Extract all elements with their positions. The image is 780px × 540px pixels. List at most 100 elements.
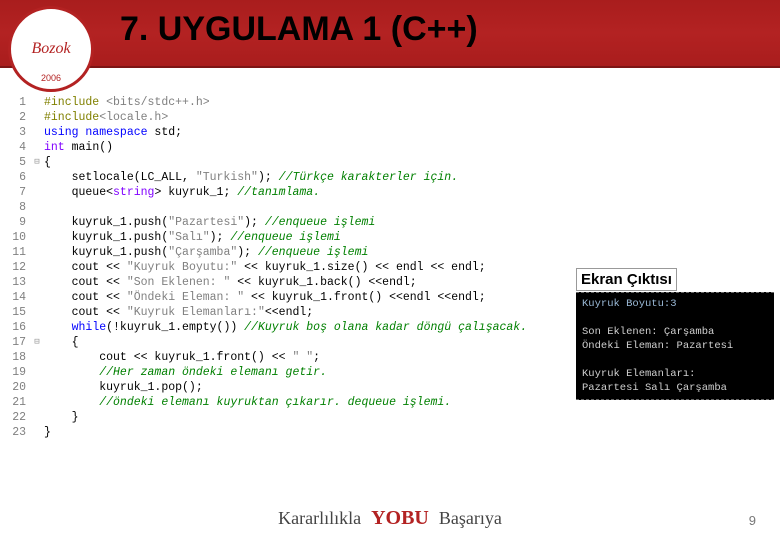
- fold-icon: [30, 365, 44, 380]
- code-line: 12 cout << "Kuyruk Boyutu:" << kuyruk_1.…: [6, 260, 566, 275]
- console-output: Kuyruk Boyutu:3 Son Eklenen: ÇarşambaÖnd…: [576, 292, 774, 400]
- code-content: //öndeki elemanı kuyruktan çıkarır. dequ…: [44, 395, 566, 410]
- line-number: 10: [6, 230, 30, 245]
- code-content: //Her zaman öndeki elemanı getir.: [44, 365, 566, 380]
- slide-footer: Kararlılıkla YOBU Başarıya: [0, 507, 780, 530]
- code-content: kuyruk_1.push("Salı"); //enqueue işlemi: [44, 230, 566, 245]
- fold-icon[interactable]: ⊟: [30, 335, 44, 350]
- line-number: 15: [6, 305, 30, 320]
- fold-icon: [30, 380, 44, 395]
- code-line: 9 kuyruk_1.push("Pazartesi"); //enqueue …: [6, 215, 566, 230]
- logo-text: Bozok: [21, 19, 81, 79]
- code-line: 11 kuyruk_1.push("Çarşamba"); //enqueue …: [6, 245, 566, 260]
- fold-icon: [30, 245, 44, 260]
- code-line: 3 using namespace std;: [6, 125, 566, 140]
- code-content: cout << "Son Eklenen: " << kuyruk_1.back…: [44, 275, 566, 290]
- code-line: 17⊟ {: [6, 335, 566, 350]
- line-number: 21: [6, 395, 30, 410]
- console-line: [582, 353, 768, 367]
- code-listing: 1 #include <bits/stdc++.h> 2 #include<local…: [6, 95, 566, 440]
- code-line: 8: [6, 200, 566, 215]
- fold-icon[interactable]: ⊟: [30, 155, 44, 170]
- code-content: cout << kuyruk_1.front() << " ";: [44, 350, 566, 365]
- line-number: 11: [6, 245, 30, 260]
- fold-icon: [30, 170, 44, 185]
- slide-header: Bozok 2006 7. UYGULAMA 1 (C++): [0, 0, 780, 68]
- slide-title: 7. UYGULAMA 1 (C++): [120, 10, 478, 49]
- fold-icon: [30, 110, 44, 125]
- code-content: cout << "Kuyruk Elemanları:"<<endl;: [44, 305, 566, 320]
- line-number: 13: [6, 275, 30, 290]
- code-line: 22 }: [6, 410, 566, 425]
- code-content: cout << "Öndeki Eleman: " << kuyruk_1.fr…: [44, 290, 566, 305]
- code-line: 19 //Her zaman öndeki elemanı getir.: [6, 365, 566, 380]
- line-number: 1: [6, 95, 30, 110]
- fold-icon: [30, 275, 44, 290]
- fold-icon: [30, 260, 44, 275]
- fold-icon: [30, 140, 44, 155]
- code-line: 13 cout << "Son Eklenen: " << kuyruk_1.b…: [6, 275, 566, 290]
- code-line: 4int main(): [6, 140, 566, 155]
- fold-icon: [30, 185, 44, 200]
- code-content: {: [44, 335, 566, 350]
- line-number: 3: [6, 125, 30, 140]
- console-line: Son Eklenen: Çarşamba: [582, 325, 768, 339]
- line-number: 12: [6, 260, 30, 275]
- code-line: 10 kuyruk_1.push("Salı"); //enqueue işle…: [6, 230, 566, 245]
- code-line: 1 #include <bits/stdc++.h>: [6, 95, 566, 110]
- code-content: using namespace std;: [44, 125, 566, 140]
- footer-motto-left: Kararlılıkla: [278, 508, 361, 529]
- code-content: queue<string> kuyruk_1; //tanımlama.: [44, 185, 566, 200]
- fold-icon: [30, 320, 44, 335]
- fold-icon: [30, 200, 44, 215]
- fold-icon: [30, 95, 44, 110]
- line-number: 14: [6, 290, 30, 305]
- code-line: 2 #include<locale.h>: [6, 110, 566, 125]
- console-line: Kuyruk Elemanları:: [582, 367, 768, 381]
- line-number: 8: [6, 200, 30, 215]
- fold-icon: [30, 425, 44, 440]
- code-line: 20 kuyruk_1.pop();: [6, 380, 566, 395]
- fold-icon: [30, 290, 44, 305]
- logo-year: 2006: [41, 73, 61, 83]
- code-line: 21 //öndeki elemanı kuyruktan çıkarır. d…: [6, 395, 566, 410]
- console-line: Kuyruk Boyutu:3: [582, 297, 768, 311]
- code-line: 18 cout << kuyruk_1.front() << " ";: [6, 350, 566, 365]
- code-content: cout << "Kuyruk Boyutu:" << kuyruk_1.siz…: [44, 260, 566, 275]
- fold-icon: [30, 395, 44, 410]
- console-line: Pazartesi Salı Çarşamba: [582, 381, 768, 395]
- code-content: kuyruk_1.pop();: [44, 380, 566, 395]
- fold-icon: [30, 350, 44, 365]
- code-content: {: [44, 155, 566, 170]
- code-content: setlocale(LC_ALL, "Turkish"); //Türkçe k…: [44, 170, 566, 185]
- code-content: [44, 200, 566, 215]
- console-line: [582, 311, 768, 325]
- line-number: 6: [6, 170, 30, 185]
- line-number: 19: [6, 365, 30, 380]
- output-label: Ekran Çıktısı: [576, 268, 677, 291]
- code-line: 23}: [6, 425, 566, 440]
- code-content: #include<locale.h>: [44, 110, 566, 125]
- code-content: }: [44, 410, 566, 425]
- code-content: #include <bits/stdc++.h>: [44, 95, 566, 110]
- code-line: 16 while(!kuyruk_1.empty()) //Kuyruk boş…: [6, 320, 566, 335]
- code-line: 14 cout << "Öndeki Eleman: " << kuyruk_1…: [6, 290, 566, 305]
- line-number: 2: [6, 110, 30, 125]
- fold-icon: [30, 410, 44, 425]
- footer-motto-right: Başarıya: [439, 508, 502, 529]
- code-content: int main(): [44, 140, 566, 155]
- fold-icon: [30, 230, 44, 245]
- line-number: 18: [6, 350, 30, 365]
- code-line: 5⊟{: [6, 155, 566, 170]
- code-line: 6 setlocale(LC_ALL, "Turkish"); //Türkçe…: [6, 170, 566, 185]
- page-number: 9: [749, 513, 756, 528]
- line-number: 17: [6, 335, 30, 350]
- code-content: }: [44, 425, 566, 440]
- code-line: 15 cout << "Kuyruk Elemanları:"<<endl;: [6, 305, 566, 320]
- line-number: 5: [6, 155, 30, 170]
- fold-icon: [30, 215, 44, 230]
- code-content: while(!kuyruk_1.empty()) //Kuyruk boş ol…: [44, 320, 566, 335]
- code-content: kuyruk_1.push("Pazartesi"); //enqueue iş…: [44, 215, 566, 230]
- code-line: 7 queue<string> kuyruk_1; //tanımlama.: [6, 185, 566, 200]
- line-number: 16: [6, 320, 30, 335]
